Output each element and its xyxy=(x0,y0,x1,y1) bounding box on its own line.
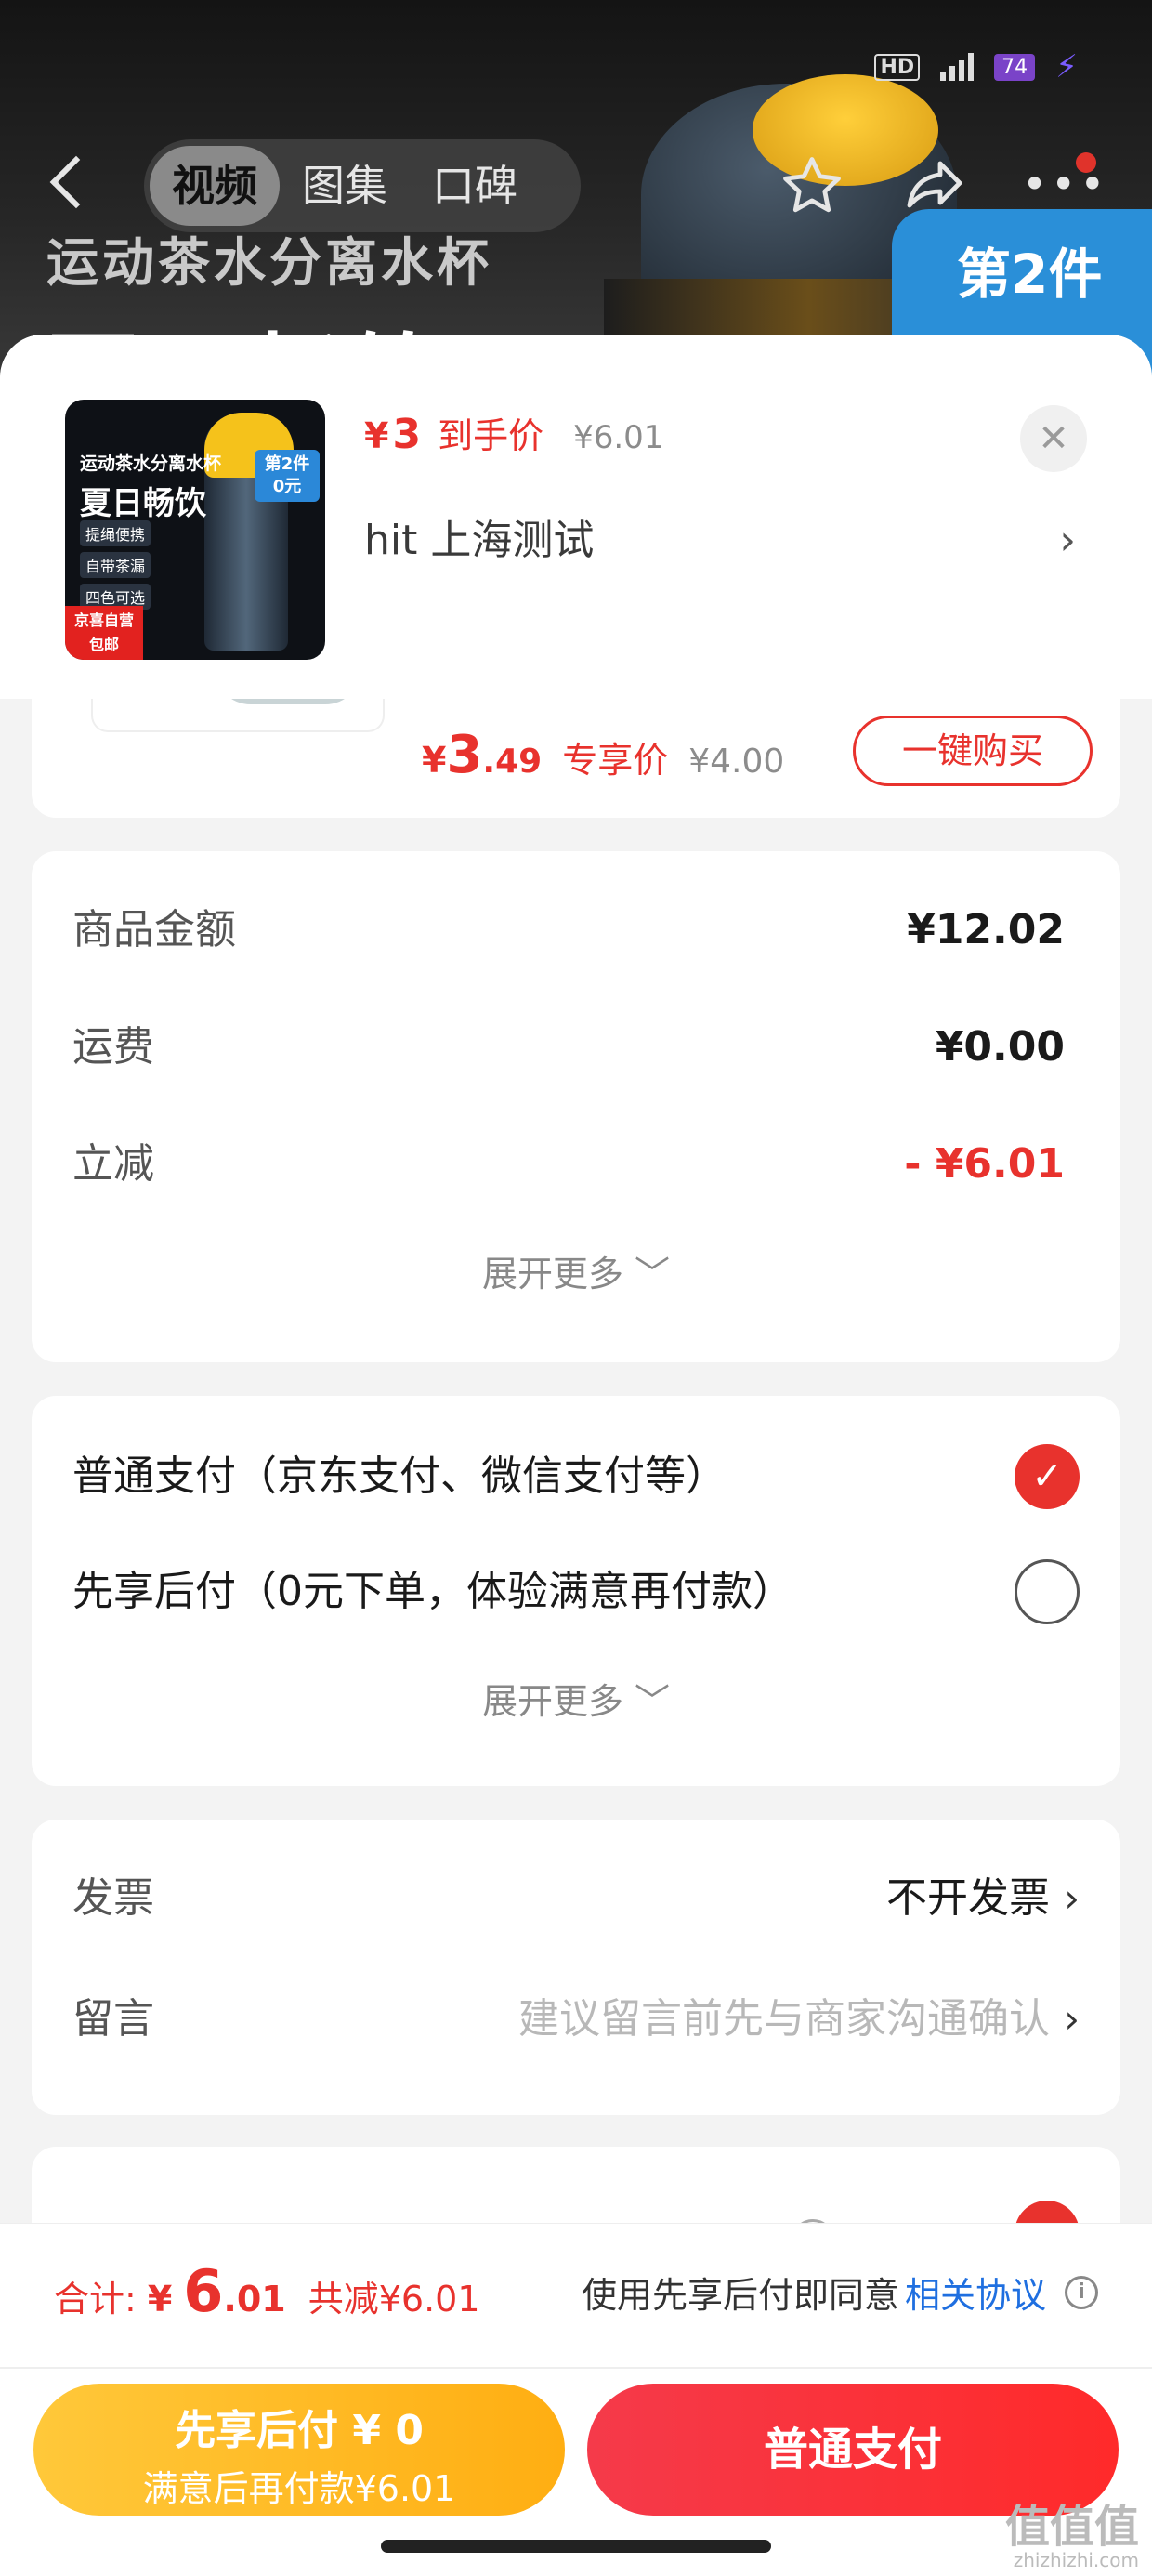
summary-expand-more[interactable]: 展开更多 ﹀ xyxy=(32,1245,1120,1296)
thumbnail-badge: 第2件 0元 xyxy=(255,450,320,502)
invoice-value: 不开发票 xyxy=(886,1874,1050,1922)
payment-option-pay-later[interactable]: 先享后付（0元下单，体验满意再付款） xyxy=(72,1559,793,1624)
promo-tag-text: 第2件 xyxy=(957,243,1103,306)
recommend-price-dec: .49 xyxy=(482,743,543,781)
summary-label: 运费 xyxy=(72,1023,154,1071)
top-navigation: 视频 图集 口碑 ••• xyxy=(0,139,1152,232)
agreement-text: 使用先享后付即同意 xyxy=(581,2275,899,2316)
watermark-text: 值值值 xyxy=(1004,2501,1139,2553)
invoice-label: 发票 xyxy=(72,1874,154,1922)
thumbnail-corner-tag: 京喜自营 包邮 xyxy=(65,606,143,660)
media-tabs: 视频 图集 口碑 xyxy=(144,139,581,232)
original-price: ¥6.01 xyxy=(573,419,664,456)
thumbnail-features: 提绳便携 自带茶漏 四色可选 xyxy=(80,520,151,610)
recommend-price-row: ¥3.49 专享价 ¥4.00 xyxy=(422,725,784,785)
summary-row-subtotal: 商品金额 ¥12.02 xyxy=(72,898,1080,963)
summary-label: 商品金额 xyxy=(72,906,236,953)
pay-later-button[interactable]: 先享后付 ¥ 0 满意后再付款¥6.01 xyxy=(33,2384,565,2516)
summary-value: ¥0.00 xyxy=(935,1023,1065,1071)
checkout-bottom-bar: 合计: ¥ 6 .01 共减¥6.01 使用先享后付即同意 相关协议 i 先享后… xyxy=(0,2223,1152,2576)
watermark: 值值值 zhizhizhi.com xyxy=(1005,2504,1139,2571)
currency-symbol: ¥ xyxy=(147,2279,173,2320)
chevron-right-icon: › xyxy=(1064,1996,1080,2042)
summary-row-discount: 立减 - ¥6.01 xyxy=(72,1132,1080,1197)
battery-icon: 74 xyxy=(994,53,1036,81)
final-price-row: ¥3 到手价 ¥6.01 xyxy=(364,407,663,458)
currency-symbol: ¥ xyxy=(364,415,389,456)
total-label: 合计: xyxy=(54,2279,137,2320)
summary-value: ¥12.02 xyxy=(907,906,1065,953)
currency-symbol: ¥ xyxy=(422,740,447,781)
spec-text: hit 上海测试 xyxy=(364,517,595,564)
hd-indicator: HD xyxy=(874,53,921,81)
thumbnail-badge-line1: 第2件 xyxy=(264,454,310,474)
summary-value: - ¥6.01 xyxy=(904,1140,1065,1188)
notification-dot xyxy=(1076,152,1096,173)
chevron-right-icon: › xyxy=(1064,1875,1080,1921)
signal-icon xyxy=(940,53,975,81)
divider xyxy=(0,2367,1152,2369)
tab-reviews[interactable]: 口碑 xyxy=(410,146,540,226)
more-options-icon[interactable]: ••• xyxy=(1022,163,1108,205)
radio-unchecked-icon[interactable] xyxy=(1015,1559,1080,1624)
payment-method-card: 普通支付（京东支付、微信支付等） ✓ 先享后付（0元下单，体验满意再付款） 展开… xyxy=(32,1396,1120,1786)
total-saving: 共减¥6.01 xyxy=(308,2279,480,2320)
tab-video[interactable]: 视频 xyxy=(150,146,280,226)
charging-icon: ⚡ xyxy=(1055,48,1078,85)
radio-checked-icon[interactable]: ✓ xyxy=(1015,1444,1080,1509)
share-icon[interactable] xyxy=(899,152,970,219)
total-row: 合计: ¥ 6 .01 共减¥6.01 xyxy=(54,2257,480,2325)
thumbnail-title: 运动茶水分离水杯 xyxy=(80,453,222,474)
summary-row-shipping: 运费 ¥0.00 xyxy=(72,1015,1080,1080)
recommend-price-int: 3 xyxy=(446,725,483,785)
home-indicator[interactable] xyxy=(381,2540,771,2553)
status-bar: HD 74 ⚡ xyxy=(874,48,1078,85)
total-amount-int: 6 xyxy=(183,2257,224,2325)
payment-option-normal[interactable]: 普通支付（京东支付、微信支付等） xyxy=(72,1444,727,1509)
chevron-right-icon: › xyxy=(1059,517,1076,564)
spec-selector[interactable]: hit 上海测试 › xyxy=(364,513,1089,569)
thumbnail-feature: 提绳便携 xyxy=(80,520,151,546)
recommend-original-price: ¥4.00 xyxy=(688,743,785,781)
final-price: ¥3 xyxy=(364,411,421,458)
pay-later-button-title: 先享后付 ¥ 0 xyxy=(175,2407,424,2454)
pay-later-button-subtitle: 满意后再付款¥6.01 xyxy=(142,2468,456,2509)
recommend-price-tag: 专享价 xyxy=(562,740,669,781)
total-amount-dec: .01 xyxy=(223,2279,286,2320)
extras-card: 发票 不开发票 › 留言 建议留言前先与商家沟通确认 › xyxy=(32,1820,1120,2115)
product-thumbnail: 运动茶水分离水杯 夏日畅饮 提绳便携 自带茶漏 四色可选 第2件 0元 京喜自营… xyxy=(65,400,325,660)
agreement-notice: 使用先享后付即同意 相关协议 i xyxy=(582,2267,1098,2318)
final-price-tag: 到手价 xyxy=(438,415,544,456)
final-price-value: 3 xyxy=(392,411,422,458)
tab-gallery[interactable]: 图集 xyxy=(280,146,410,226)
thumbnail-corner-line1: 京喜自营 xyxy=(73,611,134,629)
product-background: 运动茶水分离水杯 夏日畅饮 第2件 HD 74 ⚡ 视频 图集 口碑 ••• xyxy=(0,0,1152,390)
price-summary-card: 商品金额 ¥12.02 运费 ¥0.00 立减 - ¥6.01 展开更多 ﹀ xyxy=(32,851,1120,1362)
thumbnail-feature: 自带茶漏 xyxy=(80,552,151,578)
message-label: 留言 xyxy=(72,1995,154,2043)
thumbnail-headline: 夏日畅饮 xyxy=(80,485,206,522)
normal-pay-button[interactable]: 普通支付 xyxy=(587,2384,1119,2516)
agreement-link[interactable]: 相关协议 xyxy=(905,2267,1046,2318)
banner-title: 运动茶水分离水杯 xyxy=(46,233,492,294)
thumbnail-badge-line2: 0元 xyxy=(272,477,302,496)
recommend-price: ¥3.49 xyxy=(422,725,542,785)
thumbnail-corner-line2: 包邮 xyxy=(88,636,119,653)
sheet-header: 运动茶水分离水杯 夏日畅饮 提绳便携 自带茶漏 四色可选 第2件 0元 京喜自营… xyxy=(0,335,1152,699)
back-icon[interactable] xyxy=(49,155,103,209)
message-placeholder: 建议留言前先与商家沟通确认 xyxy=(518,1995,1050,2043)
close-button[interactable]: ✕ xyxy=(1020,405,1087,472)
info-icon[interactable]: i xyxy=(1065,2275,1098,2309)
payment-expand-more[interactable]: 展开更多 ﹀ xyxy=(32,1673,1120,1724)
one-click-buy-button[interactable]: 一键购买 xyxy=(853,716,1093,786)
watermark-url: zhizhizhi.com xyxy=(1013,2549,1139,2571)
summary-label: 立减 xyxy=(72,1140,154,1188)
favorite-star-icon[interactable] xyxy=(779,152,845,219)
